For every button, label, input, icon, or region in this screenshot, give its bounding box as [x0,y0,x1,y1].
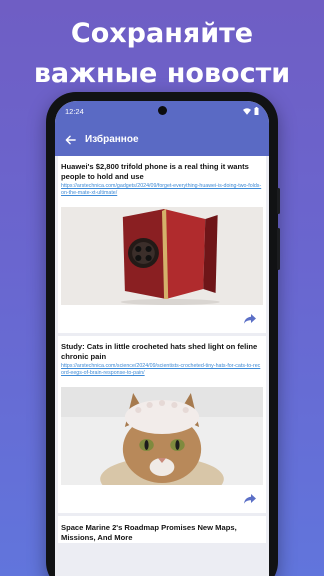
promo-headline: Сохраняйте важные новости [0,14,324,94]
promo-headline-line2: важные новости [33,58,291,89]
favorites-feed[interactable]: Huawei's $2,800 trifold phone is a real … [55,156,269,576]
article-card[interactable]: Space Marine 2's Roadmap Promises New Ma… [58,516,266,543]
article-footer [61,305,263,333]
article-footer [61,485,263,513]
arrow-left-icon [65,135,76,144]
promo-headline-line1: Сохраняйте [70,18,254,49]
status-time: 12:24 [65,107,84,116]
article-card[interactable]: Huawei's $2,800 trifold phone is a real … [58,156,266,333]
status-icons [243,107,259,115]
page-title: Избранное [85,134,139,145]
cat-illustration [61,387,263,485]
power-button [277,188,280,214]
article-title[interactable]: Space Marine 2's Roadmap Promises New Ma… [61,522,263,543]
article-title[interactable]: Study: Cats in little crocheted hats she… [61,342,263,362]
volume-button [277,228,280,270]
article-title[interactable]: Huawei's $2,800 trifold phone is a real … [61,162,263,182]
article-link[interactable]: https://arstechnica.com/science/2024/09/… [61,363,263,377]
trifold-phone-illustration [61,207,263,305]
app-bar: Избранное [55,123,269,156]
phone-frame: 12:24 Избранное Huawei's $2,800 trifold … [46,92,280,576]
article-link[interactable]: https://arstechnica.com/gadgets/2024/09/… [61,183,263,197]
status-bar: 12:24 [55,101,269,123]
battery-icon [254,107,259,115]
article-image[interactable] [61,207,263,305]
article-image[interactable] [61,387,263,485]
wifi-icon [243,107,251,115]
article-card[interactable]: Study: Cats in little crocheted hats she… [58,336,266,513]
phone-screen: 12:24 Избранное Huawei's $2,800 trifold … [55,101,269,576]
back-button[interactable] [57,123,83,156]
share-icon[interactable] [243,493,257,505]
camera-cutout [157,106,167,115]
share-icon[interactable] [243,313,257,325]
